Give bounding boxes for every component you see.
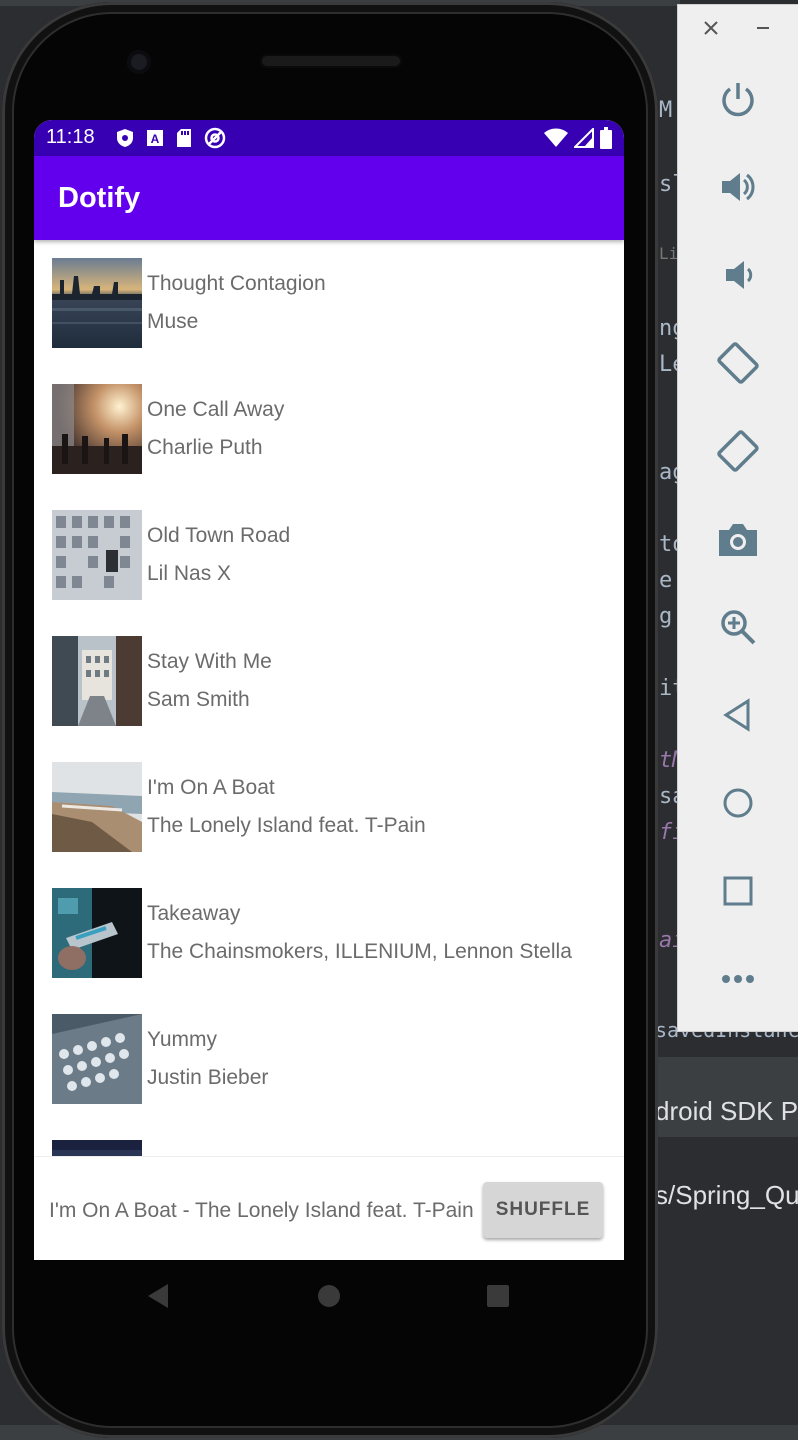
song-item[interactable]: Thought Contagion Muse bbox=[34, 242, 624, 368]
home-icon[interactable] bbox=[317, 1282, 341, 1310]
ide-code-fragment: M bbox=[659, 98, 673, 123]
device-screen: 11:18 A Dotify Thought Contagion Muse On… bbox=[34, 120, 624, 1260]
power-button[interactable] bbox=[678, 69, 798, 129]
album-art bbox=[52, 1140, 142, 1156]
font-a-icon: A bbox=[147, 130, 163, 146]
volume-up-icon bbox=[722, 173, 755, 201]
song-title: One Call Away bbox=[147, 398, 285, 421]
song-item[interactable]: One Call Away Charlie Puth bbox=[34, 368, 624, 494]
screenshot-button[interactable] bbox=[678, 509, 798, 569]
status-time: 11:18 bbox=[46, 126, 95, 148]
battery-icon bbox=[600, 127, 612, 149]
zoom-button[interactable] bbox=[678, 597, 798, 657]
album-art bbox=[52, 762, 142, 852]
song-title: Thought Contagion bbox=[147, 272, 326, 295]
album-art bbox=[52, 384, 142, 474]
album-art bbox=[52, 636, 142, 726]
overview-icon bbox=[723, 876, 753, 906]
song-item[interactable]: Takeaway The Chainsmokers, ILLENIUM, Len… bbox=[34, 872, 624, 998]
emu-home-button[interactable] bbox=[678, 773, 798, 833]
ide-code-fragment: e bbox=[659, 568, 673, 593]
front-camera bbox=[127, 50, 151, 74]
close-icon[interactable] bbox=[702, 19, 720, 37]
camera-icon bbox=[719, 524, 757, 556]
shuffle-button[interactable]: SHUFFLE bbox=[483, 1182, 603, 1238]
song-item[interactable]: Yummy Justin Bieber bbox=[34, 998, 624, 1124]
song-item[interactable]: I'm On A Boat The Lonely Island feat. T-… bbox=[34, 746, 624, 872]
rotate-left-icon bbox=[717, 342, 759, 384]
rotate-right-button[interactable] bbox=[678, 421, 798, 481]
mini-player: I'm On A Boat - The Lonely Island feat. … bbox=[34, 1156, 624, 1260]
svg-text:A: A bbox=[151, 132, 160, 146]
album-art bbox=[52, 510, 142, 600]
emu-back-button[interactable] bbox=[678, 685, 798, 745]
volume-down-button[interactable] bbox=[678, 245, 798, 305]
album-art bbox=[52, 888, 142, 978]
sd-card-icon bbox=[177, 129, 191, 147]
emu-more-button[interactable] bbox=[678, 949, 798, 1009]
song-list[interactable]: Thought Contagion Muse One Call Away Cha… bbox=[34, 242, 624, 1156]
now-playing-text[interactable]: I'm On A Boat - The Lonely Island feat. … bbox=[49, 1199, 474, 1223]
song-artist: The Chainsmokers, ILLENIUM, Lennon Stell… bbox=[147, 940, 572, 963]
emu-overview-button[interactable] bbox=[678, 861, 798, 921]
song-artist: Justin Bieber bbox=[147, 1066, 269, 1089]
back-icon bbox=[723, 698, 750, 732]
rotate-right-icon bbox=[717, 430, 759, 472]
song-item[interactable]: Stay With Me Sam Smith bbox=[34, 620, 624, 746]
back-icon[interactable] bbox=[146, 1282, 170, 1310]
status-bar: 11:18 A bbox=[34, 120, 624, 156]
song-title: Stay With Me bbox=[147, 650, 272, 673]
minimize-icon[interactable] bbox=[754, 19, 772, 37]
ide-text-fragment: droid SDK P bbox=[655, 1096, 798, 1126]
power-icon bbox=[722, 83, 754, 117]
ide-text-fragment: s/Spring_Qu bbox=[655, 1180, 798, 1210]
song-title: Yummy bbox=[147, 1028, 218, 1051]
song-artist: Charlie Puth bbox=[147, 436, 263, 459]
recents-icon[interactable] bbox=[486, 1282, 510, 1310]
emulator-toolbar bbox=[677, 4, 798, 1032]
system-nav-bar bbox=[34, 1260, 624, 1332]
ide-code-fragment: g bbox=[659, 604, 673, 629]
earpiece-speaker bbox=[260, 54, 402, 68]
song-title: Takeaway bbox=[147, 902, 241, 925]
song-title: I'm On A Boat bbox=[147, 776, 275, 799]
app-title: Dotify bbox=[58, 182, 141, 214]
song-title: Old Town Road bbox=[147, 524, 291, 547]
album-art bbox=[52, 258, 142, 348]
signal-icon bbox=[574, 128, 594, 148]
album-art bbox=[52, 1014, 142, 1104]
song-item[interactable]: Old Town Road Lil Nas X bbox=[34, 494, 624, 620]
wifi-icon bbox=[544, 128, 568, 147]
more-icon bbox=[722, 975, 754, 983]
shield-icon bbox=[117, 129, 133, 147]
song-item-partial[interactable] bbox=[34, 1124, 624, 1156]
zoom-icon bbox=[721, 610, 756, 645]
home-icon bbox=[723, 788, 753, 818]
song-artist: The Lonely Island feat. T-Pain bbox=[147, 814, 426, 837]
volume-down-icon bbox=[726, 261, 753, 289]
app-bar: Dotify bbox=[34, 156, 624, 240]
rotate-left-button[interactable] bbox=[678, 333, 798, 393]
song-artist: Lil Nas X bbox=[147, 562, 232, 585]
volume-up-button[interactable] bbox=[678, 157, 798, 217]
song-artist: Muse bbox=[147, 310, 199, 333]
song-artist: Sam Smith bbox=[147, 688, 250, 711]
at-sign-icon bbox=[204, 127, 226, 149]
